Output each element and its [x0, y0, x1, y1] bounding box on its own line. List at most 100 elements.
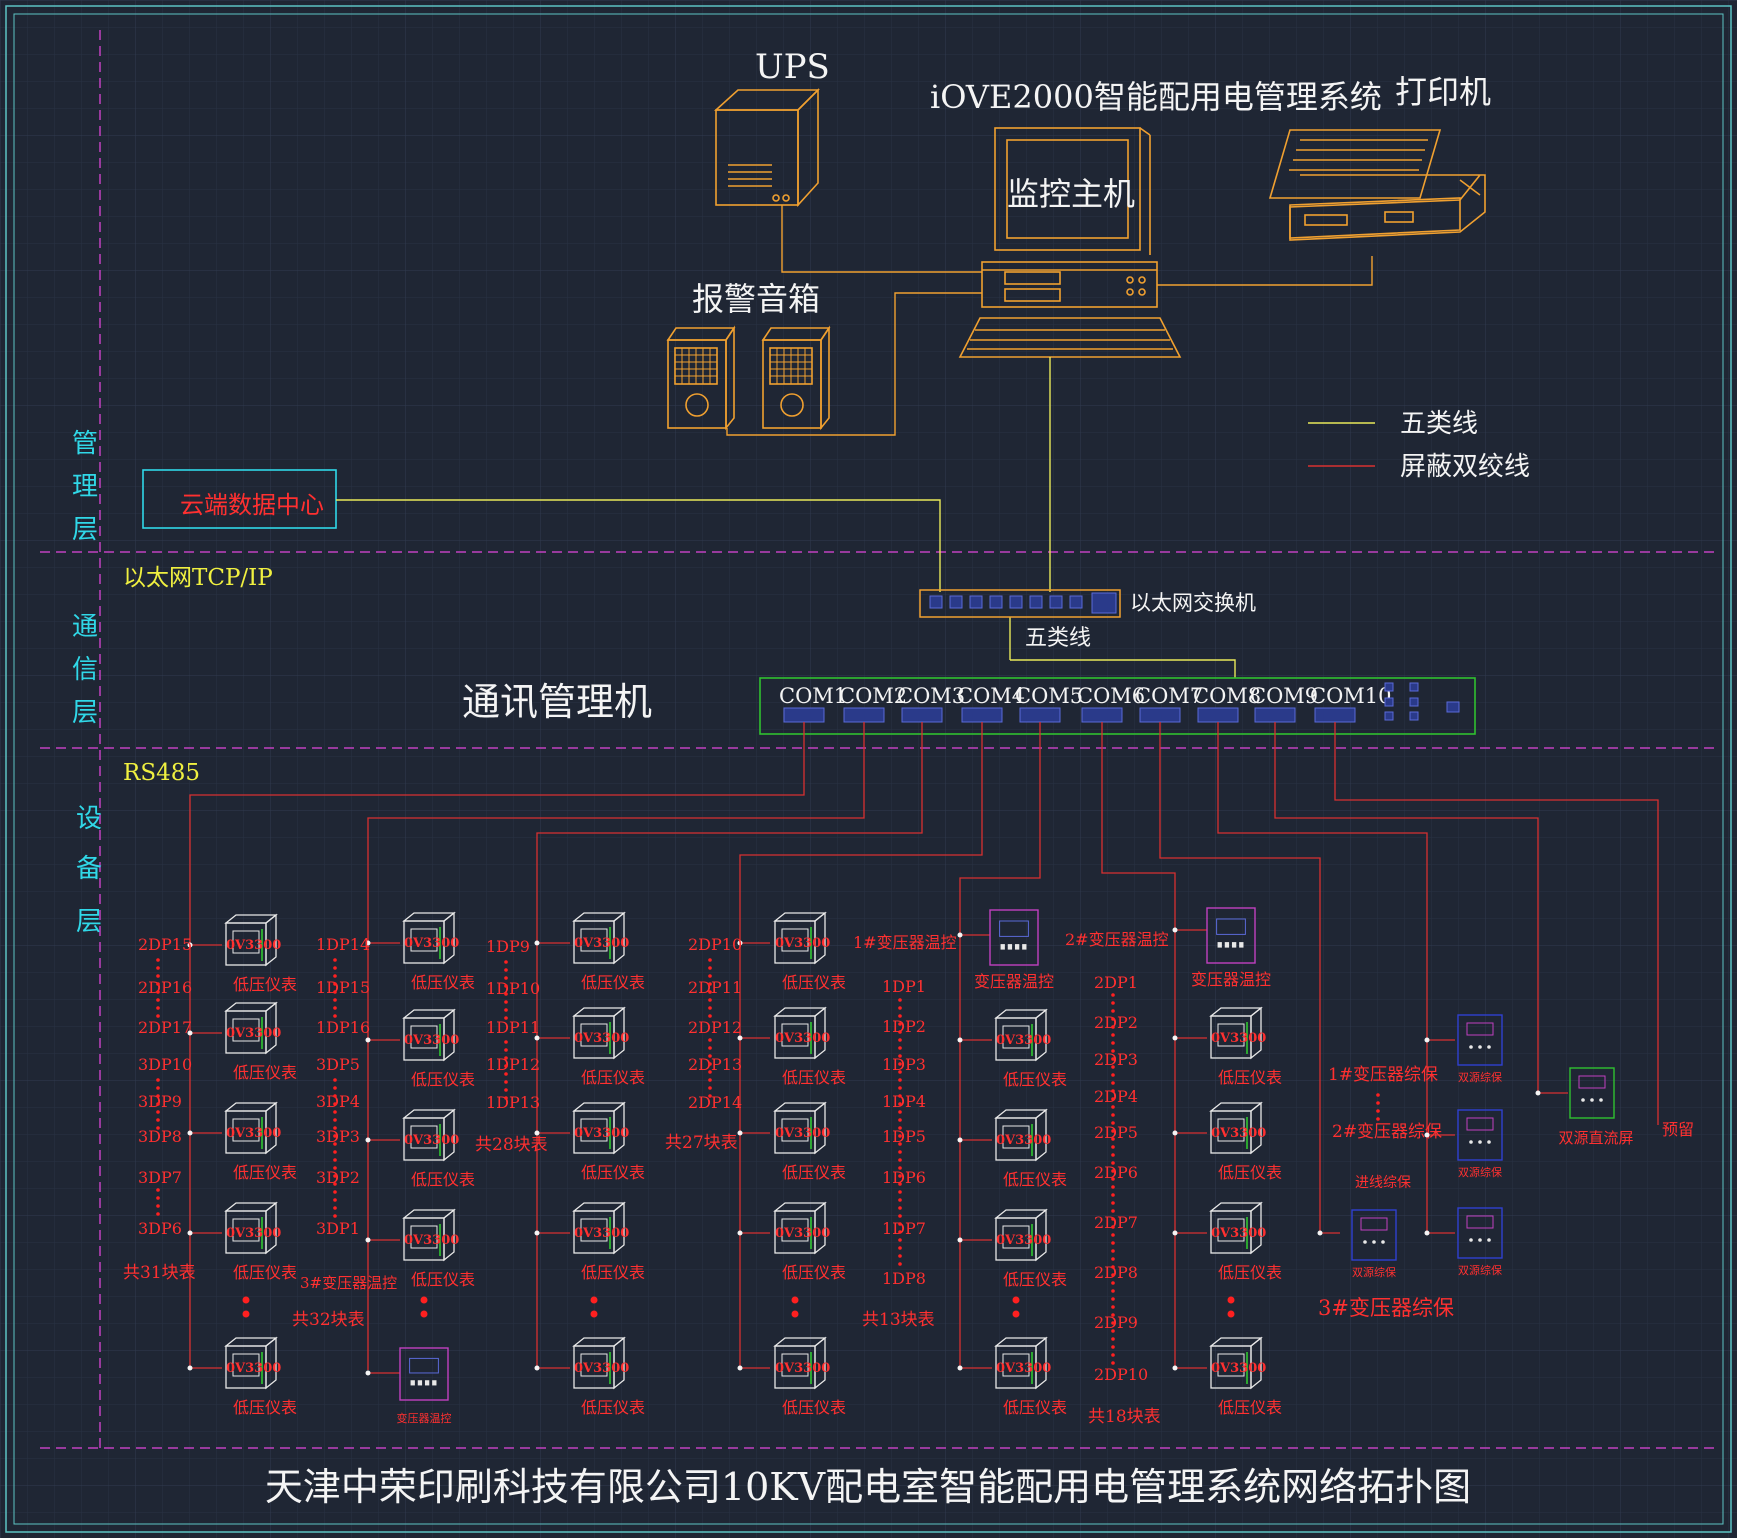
switch-label: 以太网交换机: [1130, 591, 1256, 615]
meter-count: 共18块表: [1088, 1407, 1161, 1427]
ellipsis-dot: [1111, 1193, 1115, 1197]
meter-label: 低压仪表: [1218, 1068, 1282, 1087]
controller-button: [417, 1380, 423, 1386]
circuit-label: 2DP12: [688, 1018, 742, 1037]
ellipsis-dot: [333, 1142, 337, 1146]
meter-label: 低压仪表: [1003, 1170, 1067, 1189]
ellipsis-dot: [708, 1062, 712, 1066]
continuation-dot: [242, 1310, 250, 1318]
ellipsis-dot: [898, 1238, 902, 1242]
meter-code: 0V3300: [404, 1133, 459, 1148]
ellipsis-dot: [504, 1040, 508, 1044]
continuation-dot: [420, 1310, 428, 1318]
ellipsis-dot: [1376, 1109, 1380, 1113]
junction-dot: [365, 1370, 371, 1376]
ellipsis-dot: [898, 1262, 902, 1266]
layer-comm-1: 通: [72, 612, 98, 642]
ellipsis-dot: [898, 1102, 902, 1106]
junction-dot: [187, 1230, 193, 1236]
ellipsis-dot: [1111, 1161, 1115, 1165]
meter-label: 低压仪表: [581, 1163, 645, 1182]
meter-code: 0V3300: [775, 1126, 830, 1141]
meter-label: 低压仪表: [581, 973, 645, 992]
column-header: 2#变压器温控: [1065, 930, 1169, 949]
circuit-label: 2DP1: [1094, 973, 1138, 992]
ellipsis-dot: [1111, 1361, 1115, 1365]
relay-led: [1487, 1045, 1491, 1049]
com-port-socket: [1081, 707, 1123, 723]
ellipsis-dot: [1376, 1117, 1380, 1121]
reserved-label: 预留: [1662, 1120, 1694, 1139]
com-port-socket: [961, 707, 1003, 723]
circuit-label: 1DP11: [486, 1018, 540, 1037]
controller-button: [424, 1380, 430, 1386]
ellipsis-dot: [333, 1166, 337, 1170]
ellipsis-dot: [898, 1134, 902, 1138]
junction-dot: [737, 1365, 743, 1371]
circuit-label: 2DP7: [1094, 1213, 1138, 1232]
grid-background: [0, 0, 1737, 1538]
relay-led: [1363, 1240, 1367, 1244]
controller-button: [1217, 942, 1222, 948]
ellipsis-dot: [708, 1006, 712, 1010]
ellipsis-dot: [504, 992, 508, 996]
ellipsis-dot: [708, 974, 712, 978]
circuit-label: 3DP6: [138, 1219, 182, 1238]
layer-comm-3: 层: [72, 698, 98, 728]
ellipsis-dot: [898, 998, 902, 1002]
relay-led: [1469, 1238, 1473, 1242]
relay-led: [1478, 1045, 1482, 1049]
ellipsis-dot: [1111, 1249, 1115, 1253]
dc-screen-label: 双源直流屏: [1558, 1129, 1633, 1147]
meter-code: 0V3300: [226, 938, 281, 953]
meter-label: 低压仪表: [411, 973, 475, 992]
ellipsis-dot: [708, 1086, 712, 1090]
ellipsis-dot: [898, 1246, 902, 1250]
ellipsis-dot: [156, 998, 160, 1002]
meter-code: 0V3300: [1211, 1226, 1266, 1241]
ellipsis-dot: [898, 1126, 902, 1130]
junction-dot: [534, 1365, 540, 1371]
ellipsis-dot: [1111, 1049, 1115, 1053]
ellipsis-dot: [1111, 1289, 1115, 1293]
meter-code: 0V3300: [1211, 1031, 1266, 1046]
ellipsis-dot: [504, 1008, 508, 1012]
ellipsis-dot: [898, 1030, 902, 1034]
ellipsis-dot: [1111, 1105, 1115, 1109]
meter-label: 低压仪表: [782, 1068, 846, 1087]
layer-comm-2: 信: [72, 655, 98, 685]
ellipsis-dot: [1111, 1345, 1115, 1349]
ellipsis-dot: [504, 1072, 508, 1076]
layer-device-2: 备: [76, 854, 102, 884]
topology-diagram: 管 理 层 通 信 层 设 备 层 UPS iOVE2000智能配用电管理系统 …: [0, 0, 1737, 1538]
ellipsis-dot: [156, 966, 160, 970]
ellipsis-dot: [1111, 1081, 1115, 1085]
ellipsis-dot: [333, 1198, 337, 1202]
com-port-label: COM5: [1015, 684, 1083, 708]
ellipsis-dot: [708, 1094, 712, 1098]
ellipsis-dot: [333, 1102, 337, 1106]
ellipsis-dot: [333, 1134, 337, 1138]
circuit-label: 2DP16: [138, 978, 192, 997]
ellipsis-dot: [333, 974, 337, 978]
ellipsis-dot: [1111, 1177, 1115, 1181]
ellipsis-dot: [1111, 1065, 1115, 1069]
ellipsis-dot: [504, 1000, 508, 1004]
ellipsis-dot: [708, 1014, 712, 1018]
ellipsis-dot: [156, 1086, 160, 1090]
meter-count: 共27块表: [665, 1133, 738, 1153]
junction-dot: [1172, 1230, 1178, 1236]
continuation-dot: [590, 1310, 598, 1318]
diagram-title: 天津中荣印刷科技有限公司10KV配电室智能配用电管理系统网络拓扑图: [265, 1465, 1471, 1509]
ellipsis-dot: [898, 1198, 902, 1202]
controller-button: [1231, 942, 1237, 948]
ellipsis-dot: [504, 1096, 508, 1100]
circuit-label: 2DP6: [1094, 1163, 1138, 1182]
junction-dot: [957, 1237, 963, 1243]
junction-dot: [957, 1365, 963, 1371]
column-header: 1#变压器温控: [853, 933, 957, 952]
meter-code: 0V3300: [996, 1361, 1051, 1376]
meter-label: 低压仪表: [581, 1263, 645, 1282]
ellipsis-dot: [1111, 1073, 1115, 1077]
continuation-dot: [420, 1296, 428, 1304]
